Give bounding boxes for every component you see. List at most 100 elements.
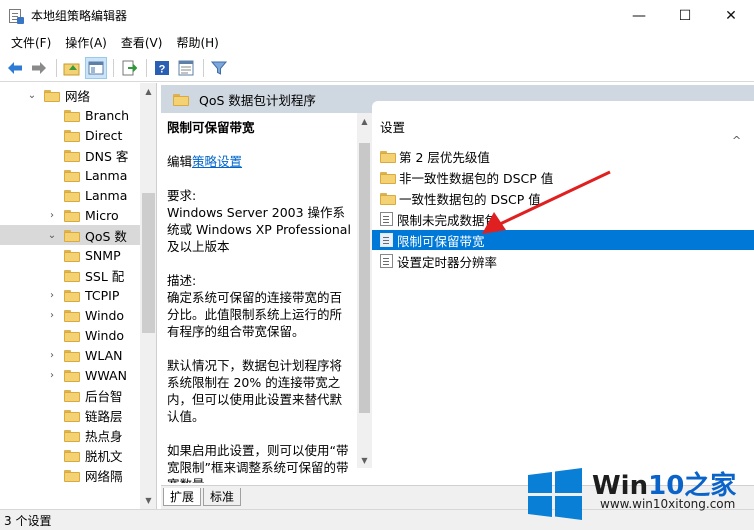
folder-icon [64,269,80,282]
tree-item[interactable]: › WWAN [0,365,140,385]
tree-item[interactable]: 后台智 [0,385,140,405]
requirements-label: 要求: [167,188,197,203]
folder-icon [64,249,80,262]
tree-item[interactable]: ⌄ QoS 数 [0,225,140,245]
tab-standard[interactable]: 标准 [203,488,242,506]
properties-icon[interactable] [175,57,197,79]
help-icon[interactable]: ? [151,57,173,79]
tree-item-label: SNMP [85,247,121,263]
settings-list-row[interactable]: 第 2 层优先级值 [372,146,754,166]
tree-item-label: TCPIP [85,287,120,303]
folder-icon [380,192,396,205]
windows-logo-icon [528,468,582,520]
forward-arrow-icon[interactable] [28,57,50,79]
tree-item-label: Lanma [85,167,128,183]
edit-policy-settings-link[interactable]: 策略设置 [192,154,242,169]
edit-prefix: 编辑 [167,154,193,169]
watermark: Win10之家 www.win10xitong.com [520,455,754,530]
policy-editor-icon [8,8,24,24]
expanded-chevron-icon[interactable]: ⌄ [26,90,38,101]
folder-icon [64,289,80,302]
scroll-down-arrow-icon[interactable]: ▼ [357,453,372,468]
title-bar: 本地组策略编辑器 — ☐ ✕ [0,0,754,31]
tree-item[interactable]: 链路层 [0,405,140,425]
tree-item[interactable]: › Windo [0,305,140,325]
export-list-icon[interactable] [118,57,140,79]
tree-item-label: 热点身 [85,428,123,444]
folder-icon [64,229,80,242]
tree-item-label: 链路层 [85,408,123,424]
details-pane: QoS 数据包计划程序 限制可保留带宽 编辑策略设置 要求: Windows S… [161,85,754,509]
tree-item-label: Windo [85,307,125,323]
close-button[interactable]: ✕ [708,0,754,31]
maximize-button[interactable]: ☐ [662,0,708,31]
folder-icon [64,409,80,422]
tab-extended[interactable]: 扩展 [163,488,202,506]
collapsed-chevron-icon[interactable]: › [46,310,58,321]
show-hide-tree-icon[interactable] [85,56,107,79]
tree-scroll-thumb[interactable] [142,193,155,333]
requirements-text: Windows Server 2003 操作系统或 Windows XP Pro… [167,205,351,254]
tree-item-label: Lanma [85,187,128,203]
description-scrollbar[interactable]: ▲ [357,113,372,468]
description-scroll-thumb[interactable] [359,143,370,413]
folder-icon [64,209,80,222]
tree-item-label: DNS 客 [85,148,129,164]
annotation-arrow [482,170,611,234]
menu-help[interactable]: 帮助(H) [169,34,225,51]
folder-icon [64,149,80,162]
tree-item[interactable]: Lanma [0,185,140,205]
watermark-url: www.win10xitong.com [600,497,736,511]
menu-view[interactable]: 查看(V) [114,34,170,51]
column-header-setting[interactable]: 设置 [380,117,405,136]
collapsed-chevron-icon[interactable]: › [46,370,58,381]
tree-item[interactable]: DNS 客 [0,145,140,165]
tree-item[interactable]: 脱机文 [0,445,140,465]
tree-item[interactable]: 热点身 [0,425,140,445]
settings-list-row[interactable]: 设置定时器分辨率 [372,251,754,271]
menu-file[interactable]: 文件(F) [4,34,58,51]
scroll-up-arrow-icon[interactable]: ▲ [140,83,156,100]
tree-item[interactable]: Direct [0,125,140,145]
tree-item[interactable]: Lanma [0,165,140,185]
settings-list: 设置 ^ 第 2 层优先级值 非一致性数据包的 DSCP 值一致性数据包的 DSC… [372,101,754,471]
folder-icon [64,109,80,122]
toolbar-separator [146,58,147,77]
expanded-chevron-icon[interactable]: ⌄ [46,230,58,241]
folder-icon [44,89,60,102]
tree-scrollbar[interactable]: ▲ ▼ [140,83,156,509]
tree-item[interactable]: › WLAN [0,345,140,365]
tree-item-label: QoS 数 [85,228,127,244]
minimize-button[interactable]: — [616,0,662,31]
settings-list-label: 设置定时器分辨率 [397,254,498,270]
tree-item-label: 脱机文 [85,448,123,464]
scroll-down-arrow-icon[interactable]: ▼ [140,492,156,509]
tree-item[interactable]: 网络隔 [0,465,140,485]
tree-item[interactable]: Windo [0,325,140,345]
tree-item[interactable]: SSL 配 [0,265,140,285]
toolbar-separator [113,58,114,77]
up-folder-icon[interactable] [61,57,83,79]
tree-item-label: 网络隔 [85,468,123,484]
svg-text:?: ? [159,63,166,75]
collapsed-chevron-icon[interactable]: › [46,210,58,221]
toolbar-separator [203,58,204,77]
scroll-up-arrow-icon[interactable]: ▲ [357,113,372,130]
window-title: 本地组策略编辑器 [31,9,128,23]
tree-item[interactable]: SNMP [0,245,140,265]
tree-item[interactable]: › Micro [0,205,140,225]
collapsed-chevron-icon[interactable]: › [46,290,58,301]
tree-item[interactable]: Branch [0,105,140,125]
filter-icon[interactable] [208,57,230,79]
folder-icon [64,429,80,442]
folder-icon [64,369,80,382]
folder-icon [64,129,80,142]
tree-item[interactable]: ⌄ 网络 [0,85,140,105]
toolbar-separator [56,58,57,77]
collapsed-chevron-icon[interactable]: › [46,350,58,361]
tree-item[interactable]: › TCPIP [0,285,140,305]
back-arrow-icon[interactable] [4,57,26,79]
menu-action[interactable]: 操作(A) [58,34,114,51]
description-title: 限制可保留带宽 [167,120,255,135]
policy-setting-icon [380,233,393,247]
